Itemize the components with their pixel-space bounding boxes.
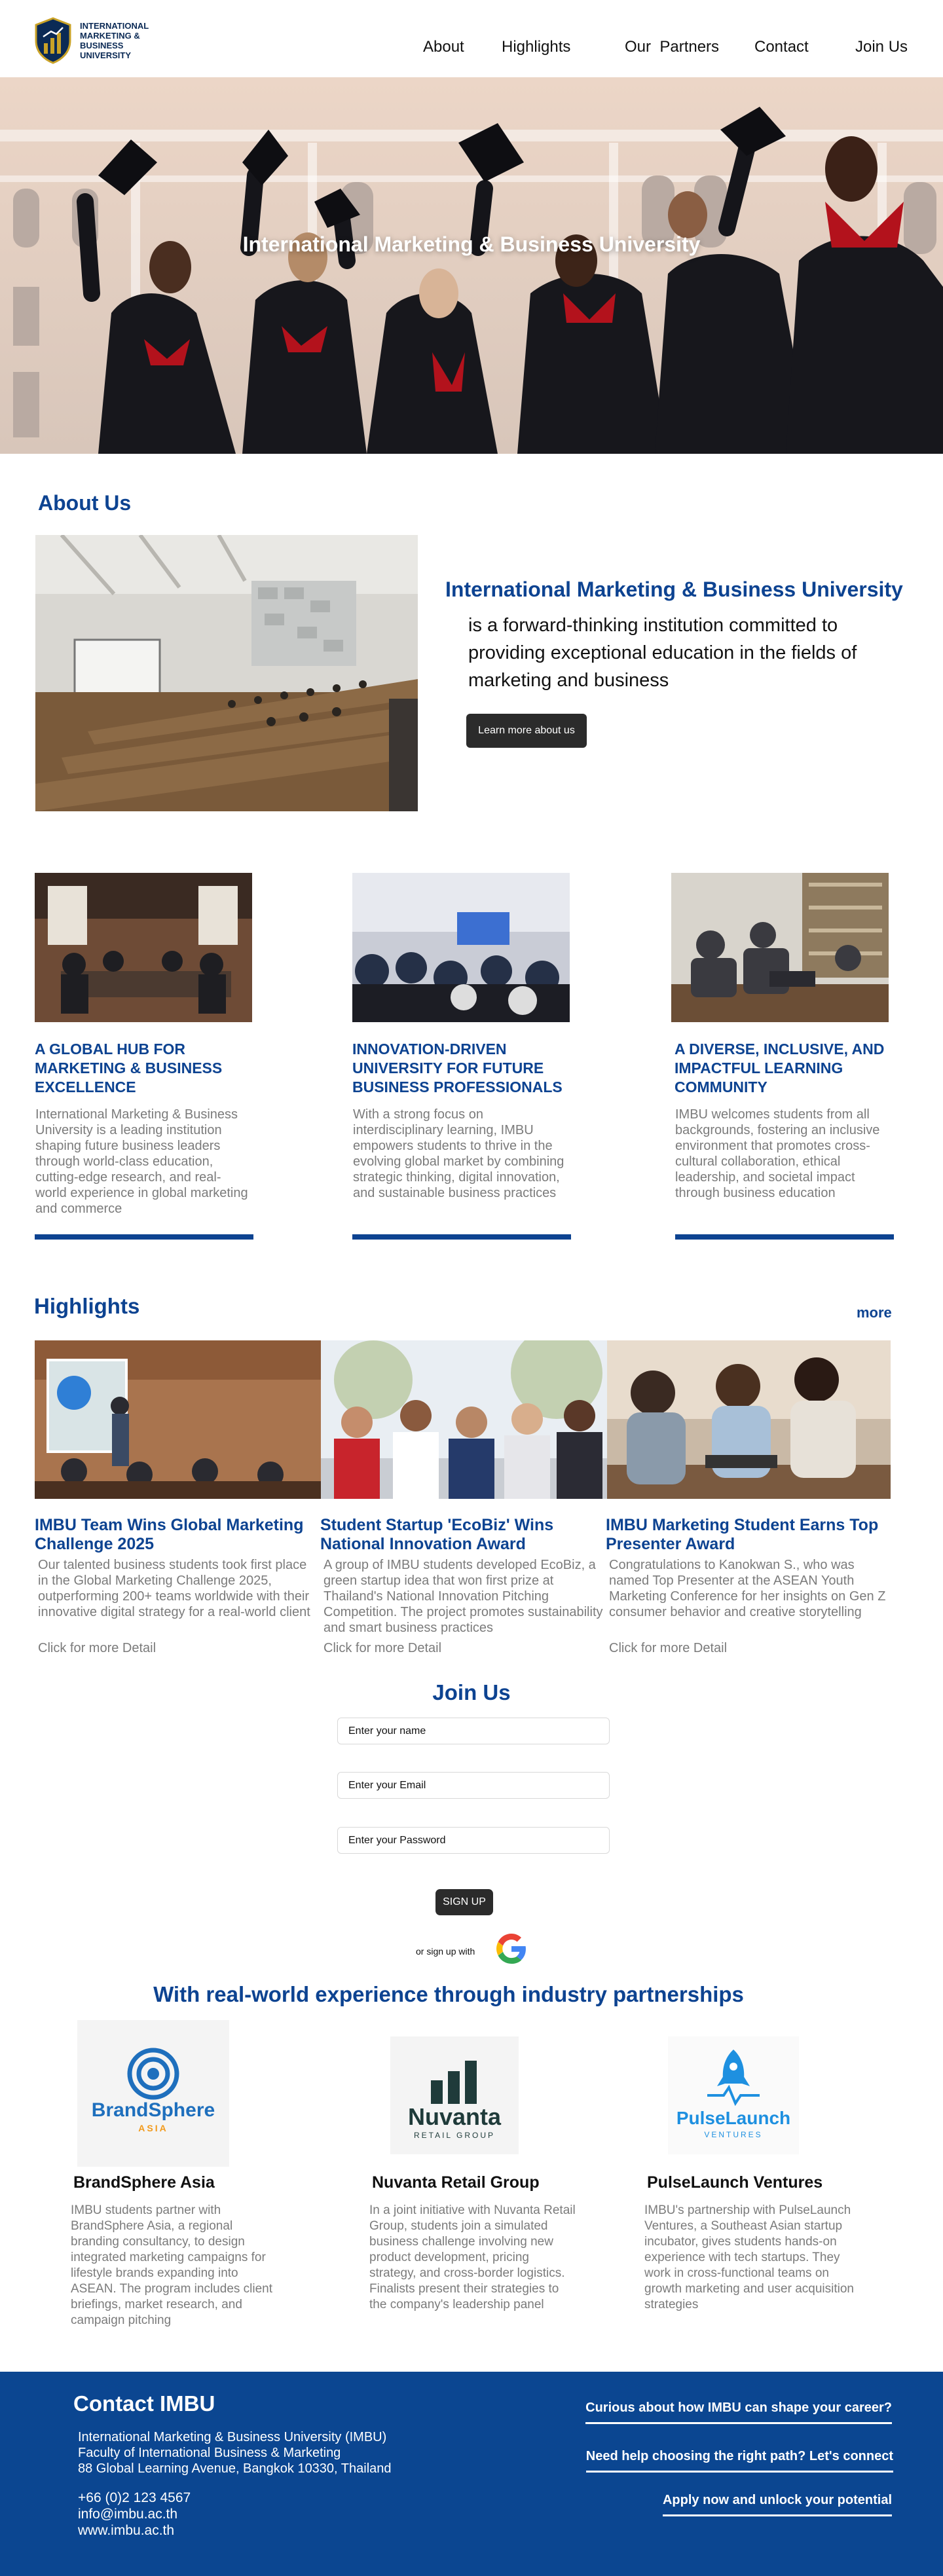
pulselaunch-logo: PulseLaunch VENTURES [668, 2036, 799, 2154]
footer-heading: Contact IMBU [73, 2391, 215, 2416]
hero-title: International Marketing & Business Unive… [242, 232, 701, 256]
or-sign-up-with-label: or sign up with [416, 1946, 475, 1957]
footer-email[interactable]: info@imbu.ac.th [78, 2506, 191, 2522]
pulselaunch-logo-text: PulseLaunch [676, 2108, 790, 2128]
highlight-body-marketing-challenge: Our talented business students took firs… [38, 1558, 310, 1619]
card-body-diverse: IMBU welcomes students from all backgrou… [675, 1107, 880, 1200]
card-divider [675, 1234, 894, 1240]
footer-website-link[interactable]: www.imbu.ac.th [78, 2523, 174, 2538]
password-input[interactable] [337, 1827, 610, 1854]
name-input[interactable] [337, 1718, 610, 1744]
join-us-heading: Join Us [432, 1680, 511, 1704]
card-body-innovation: With a strong focus on interdisciplinary… [353, 1107, 564, 1200]
about-university-name: International Marketing & Business Unive… [445, 578, 903, 601]
shield-logo-icon [35, 17, 71, 64]
university-logo[interactable]: INTERNATIONAL MARKETING & BUSINESS UNIVE… [34, 17, 158, 64]
nav-link-join-us[interactable]: Join Us [855, 38, 908, 56]
logo-text: INTERNATIONAL MARKETING & BUSINESS UNIVE… [80, 21, 149, 60]
pulselaunch-logo-subtext: VENTURES [704, 2130, 762, 2139]
footer-phone[interactable]: +66 (0)2 123 4567 [78, 2490, 191, 2506]
partner-name-brandsphere: BrandSphere Asia [73, 2173, 215, 2192]
footer: Contact IMBU International Marketing & B… [0, 2372, 943, 2576]
highlight-detail-link[interactable]: Click for more Detail [609, 1641, 727, 1656]
partner-body-nuvanta: In a joint initiative with Nuvanta Retai… [369, 2203, 576, 2311]
card-title-global-hub: A GLOBAL HUB FOR MARKETING & BUSINESS EX… [35, 1040, 223, 1095]
highlight-body-top-presenter: Congratulations to Kanokwan S., who was … [609, 1558, 886, 1619]
students-group-photo [321, 1340, 607, 1499]
address-line: International Marketing & Business Unive… [78, 2430, 387, 2444]
graduates-photo [0, 77, 943, 454]
highlight-title-top-presenter[interactable]: IMBU Marketing Student Earns Top Present… [606, 1516, 894, 1554]
nav-link-highlights[interactable]: Highlights [502, 38, 570, 56]
address-line: Faculty of International Business & Mark… [78, 2446, 341, 2460]
footer-address: International Marketing & Business Unive… [78, 2429, 392, 2476]
highlight-detail-link[interactable]: Click for more Detail [38, 1641, 156, 1656]
meeting-room-photo [35, 873, 252, 1022]
footer-contact-info: +66 (0)2 123 4567 info@imbu.ac.th www.im… [78, 2490, 191, 2539]
highlight-title-ecobiz[interactable]: Student Startup 'EcoBiz' Wins National I… [320, 1516, 608, 1554]
brandsphere-logo: BrandSphere ASIA [77, 2020, 229, 2167]
partner-name-nuvanta: Nuvanta Retail Group [372, 2173, 540, 2192]
nuvanta-logo-subtext: RETAIL GROUP [414, 2131, 495, 2140]
about-heading: About Us [38, 491, 132, 515]
library-study-photo [671, 873, 889, 1022]
highlights-more-link[interactable]: more [857, 1304, 892, 1321]
nav-link-partners[interactable]: Our Partners [625, 38, 719, 56]
card-title-diverse: A DIVERSE, INCLUSIVE, AND IMPACTFUL LEAR… [675, 1040, 885, 1095]
hero-banner: International Marketing & Business Unive… [0, 77, 943, 454]
nuvanta-logo: Nuvanta RETAIL GROUP [390, 2036, 519, 2154]
conference-photo [352, 873, 570, 1022]
card-divider [35, 1234, 253, 1240]
lecture-hall-photo [35, 535, 418, 811]
nav-link-about[interactable]: About [423, 38, 464, 56]
nuvanta-logo-text: Nuvanta [408, 2103, 502, 2130]
award-presentation-photo [35, 1340, 321, 1499]
highlight-detail-link[interactable]: Click for more Detail [324, 1641, 441, 1656]
partner-name-pulselaunch: PulseLaunch Ventures [647, 2173, 823, 2192]
highlight-body-ecobiz: A group of IMBU students developed EcoBi… [324, 1558, 603, 1635]
about-description: is a forward-thinking institution commit… [468, 615, 857, 691]
partner-body-brandsphere: IMBU students partner with BrandSphere A… [71, 2203, 273, 2327]
card-title-innovation: INNOVATION-DRIVEN UNIVERSITY FOR FUTURE … [352, 1040, 563, 1095]
brandsphere-logo-text: BrandSphere [92, 2099, 215, 2121]
highlight-title-marketing-challenge[interactable]: IMBU Team Wins Global Marketing Challeng… [35, 1516, 323, 1554]
card-divider [352, 1234, 571, 1240]
partner-body-pulselaunch: IMBU's partnership with PulseLaunch Vent… [644, 2203, 855, 2311]
address-line: 88 Global Learning Avenue, Bangkok 10330… [78, 2461, 392, 2476]
nav-link-contact[interactable]: Contact [754, 38, 809, 56]
partners-heading: With real-world experience through indus… [153, 1982, 744, 2006]
brandsphere-logo-subtext: ASIA [138, 2123, 168, 2133]
footer-link-connect[interactable]: Need help choosing the right path? Let's… [585, 2449, 893, 2473]
page: INTERNATIONAL MARKETING & BUSINESS UNIVE… [0, 0, 943, 2576]
email-input[interactable] [337, 1772, 610, 1799]
highlights-heading: Highlights [34, 1294, 140, 1318]
card-body-global-hub: International Marketing & Business Unive… [35, 1107, 248, 1216]
footer-link-apply[interactable]: Apply now and unlock your potential [662, 2493, 892, 2516]
footer-link-career[interactable]: Curious about how IMBU can shape your ca… [585, 2401, 892, 2424]
google-icon[interactable] [496, 1934, 527, 1964]
sign-up-button[interactable]: SIGN UP [435, 1889, 493, 1915]
top-nav: INTERNATIONAL MARKETING & BUSINESS UNIVE… [0, 0, 943, 77]
learn-more-button[interactable]: Learn more about us [466, 714, 587, 748]
students-laughing-photo [607, 1340, 891, 1499]
